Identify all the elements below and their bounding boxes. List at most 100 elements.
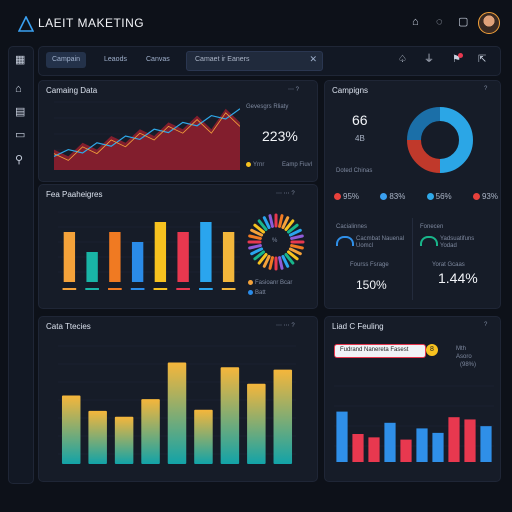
grid-icon[interactable]: ▦ — [15, 55, 25, 66]
chat-icon[interactable]: ◌ — [436, 17, 443, 28]
notification-dot — [458, 53, 463, 58]
perf-legend-1: Fasioanr Bcar — [248, 280, 292, 286]
gauge-label: % — [272, 238, 278, 244]
campaigns-value-1: 66 — [352, 112, 368, 128]
bar — [141, 399, 160, 464]
legend-swatch — [62, 288, 77, 290]
performance-title: Fea Paaheigres — [46, 190, 103, 199]
left-stat-value: 150% — [356, 278, 387, 292]
bar — [400, 439, 412, 462]
donut-slice — [407, 107, 441, 141]
right-stat-sub2: Yodad — [440, 243, 457, 249]
legend-swatch — [130, 288, 145, 290]
avatar[interactable] — [478, 12, 500, 34]
app-logo — [17, 15, 35, 37]
campaign-value: 223% — [262, 128, 298, 144]
search-input[interactable]: Camaet ir Eaners ✕ — [186, 51, 323, 71]
campaigns-chart-label: Doted Chinas — [336, 168, 373, 174]
tab-leaods[interactable]: Leaods — [98, 52, 133, 68]
gauge-tick — [278, 256, 284, 270]
home-icon[interactable]: ⌂ — [412, 17, 419, 28]
lead-funnel-menu-icon[interactable]: ? — [484, 322, 487, 328]
bar — [63, 232, 76, 282]
legend-item: 93% — [472, 192, 498, 201]
bag-icon[interactable]: ▢ — [458, 17, 468, 28]
campaigns-value-2: 4B — [355, 134, 365, 143]
share-icon[interactable]: ⇱ — [478, 54, 486, 65]
left-stat-gauge-icon — [336, 236, 354, 246]
right-stat-title: Fonecen — [420, 224, 444, 230]
legend-swatch — [85, 288, 99, 290]
donut-slice — [439, 107, 473, 173]
donut-slice — [407, 139, 441, 173]
bar — [167, 362, 187, 464]
tab-campain[interactable]: Campain — [46, 52, 87, 68]
bar — [368, 437, 380, 462]
performance-bar-chart — [58, 211, 240, 290]
bar — [273, 369, 293, 464]
legend-swatch — [199, 288, 213, 290]
data-trends-bar-chart — [58, 345, 296, 464]
search-text: Camaet ir Eaners — [195, 56, 250, 63]
left-stat-sub2: Uomcl — [356, 243, 374, 249]
bar — [247, 383, 266, 464]
campaigns-legend: 95% 83% 56% 93% — [334, 192, 498, 201]
bar — [114, 416, 134, 464]
legend-item: 83% — [380, 192, 405, 201]
legend-swatch — [153, 288, 168, 290]
right-stat-sub: Yadsuatifuns — [440, 236, 475, 242]
legend-item: 56% — [426, 192, 452, 201]
bar — [177, 232, 189, 282]
bar — [448, 417, 460, 462]
inbox-icon[interactable]: ▭ — [15, 130, 25, 141]
campaign-subtitle: Gevesgrs Rliaty — [246, 104, 289, 110]
right-stat-value: 1.44% — [438, 270, 478, 286]
right-stat-gauge-icon — [420, 236, 438, 246]
gauge-tick — [268, 256, 274, 270]
home-icon[interactable]: ⌂ — [15, 84, 22, 95]
gauge-tick — [290, 234, 304, 240]
filter-icon[interactable]: ⏚ — [424, 54, 434, 65]
campaigns-divider — [412, 218, 413, 300]
campaign-data-title: Camaing Data — [46, 86, 98, 95]
bar — [432, 432, 444, 462]
left-stat-title: Cacialinnes — [336, 224, 368, 230]
left-stat-sub: Cacmbat Nauenal — [356, 236, 405, 242]
bar — [464, 419, 476, 462]
campaigns-menu-icon[interactable]: ? — [484, 86, 487, 92]
lead-funnel-bar[interactable]: Fudrand Nanereta Fasest — [334, 344, 426, 358]
building-icon[interactable]: ▤ — [15, 107, 25, 118]
bar — [194, 409, 213, 464]
gauge-tick — [248, 244, 262, 250]
data-trends-menu-icon[interactable]: ⋯ ⋯ ? — [276, 322, 295, 329]
bar — [200, 222, 212, 282]
bar — [384, 422, 396, 462]
search-icon: ✕ — [309, 54, 317, 64]
performance-menu-icon[interactable]: ⋯ ⋯ ? — [276, 190, 295, 197]
tab-canvas[interactable]: Canvas — [140, 52, 176, 68]
bell-icon[interactable]: ♤ — [398, 54, 407, 65]
lead-funnel-percent: (98%) — [460, 362, 477, 368]
gauge-tick — [278, 214, 284, 228]
gauge-tick — [290, 244, 304, 250]
lead-funnel-bar-text: Fudrand Nanereta Fasest — [340, 347, 409, 353]
gauge-tick — [248, 234, 262, 240]
bar — [88, 410, 107, 464]
lead-funnel-side-1: Mth — [456, 346, 467, 352]
bar — [352, 434, 364, 462]
legend-item: 95% — [334, 192, 359, 201]
bar — [131, 242, 144, 282]
bar — [109, 232, 121, 282]
bar — [220, 367, 240, 464]
left-stat-label: Fourss Fsrage — [350, 262, 389, 268]
campaign-area-chart — [53, 101, 240, 170]
campaigns-donut-chart — [407, 107, 473, 173]
bar — [416, 428, 428, 462]
bar — [336, 411, 348, 462]
bar — [154, 222, 167, 282]
bar — [480, 426, 492, 462]
campaigns-title: Campigns — [332, 86, 369, 95]
panel-menu-icon[interactable]: ⋯ ? — [288, 86, 299, 93]
app-title: LAEIT MAKETING — [38, 16, 145, 30]
user-search-icon[interactable]: ⚲ — [15, 155, 23, 166]
